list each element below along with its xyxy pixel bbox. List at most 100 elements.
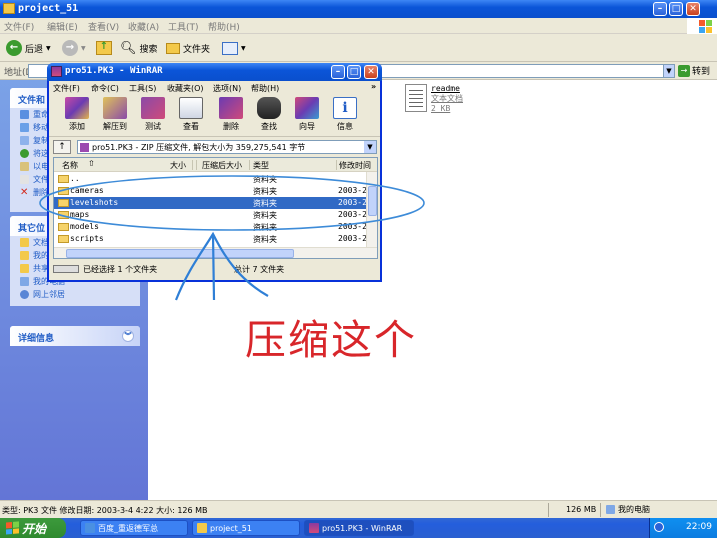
minimize-button[interactable]: – xyxy=(653,2,667,16)
chevron-down-icon: ▼ xyxy=(241,44,246,52)
menu-file[interactable]: 文件(F) xyxy=(4,20,34,33)
column-modified[interactable]: 修改时间 xyxy=(339,160,371,171)
column-size[interactable]: 大小 xyxy=(170,160,186,171)
system-tray: 22:09 xyxy=(649,518,717,538)
taskbar-item-browser[interactable]: 百度_重返德军总 xyxy=(80,520,188,536)
list-item[interactable]: maps 资料夹 2003-2- xyxy=(54,209,372,221)
winrar-menu-favorites[interactable]: 收藏夹(O) xyxy=(167,83,204,94)
forward-button[interactable]: → ▼ xyxy=(62,39,86,57)
archive-icon xyxy=(80,143,89,152)
winrar-window-title: pro51.PK3 - WinRAR xyxy=(65,66,163,76)
up-folder-button[interactable]: ↑ xyxy=(96,39,112,57)
chevron-down-icon: ︾ xyxy=(122,330,134,342)
total-status: 总计 7 文件夹 xyxy=(234,265,285,274)
menu-tools[interactable]: 工具(T) xyxy=(168,20,199,33)
key-icon xyxy=(53,265,79,273)
list-item[interactable]: models 资料夹 2003-2- xyxy=(54,221,372,233)
details-panel: 详细信息 ︾ xyxy=(10,326,140,346)
folders-button[interactable]: 文件夹 xyxy=(166,39,210,57)
explorer-status-bar: 类型: PK3 文件 修改日期: 2003-3-4 4:22 大小: 126 M… xyxy=(0,500,717,518)
archive-path-field[interactable]: pro51.PK3 - ZIP 压缩文件, 解包大小为 359,275,541 … xyxy=(77,140,377,154)
file-item-readme[interactable]: readme 文本文档 2 KB xyxy=(405,84,463,114)
back-arrow-icon: ← xyxy=(6,40,22,56)
move-icon xyxy=(20,123,29,132)
test-icon xyxy=(141,97,165,119)
folder-icon xyxy=(58,175,69,183)
folder-icon xyxy=(58,199,69,207)
network-icon xyxy=(20,290,29,299)
close-button[interactable]: ✕ xyxy=(686,2,700,16)
place-item-network[interactable]: 网上邻居 xyxy=(10,288,140,301)
explorer-title-bar[interactable]: project_51 – □ ✕ xyxy=(0,0,717,18)
info-icon: i xyxy=(333,97,357,119)
list-item[interactable]: .. 资料夹 xyxy=(54,173,368,185)
menu-favorites[interactable]: 收藏(A) xyxy=(128,20,159,33)
add-button[interactable]: 添加 xyxy=(59,97,95,132)
winrar-title-bar[interactable]: pro51.PK3 - WinRAR – □ ✕ xyxy=(47,63,382,81)
list-header: 名称 ⇧ 大小 压缩后大小 类型 修改时间 xyxy=(54,158,377,172)
forward-arrow-icon: → xyxy=(62,40,78,56)
menu-help[interactable]: 帮助(H) xyxy=(208,20,240,33)
go-button[interactable]: → 转到 xyxy=(678,64,710,77)
search-button[interactable]: 🔍︎ 搜索 xyxy=(120,39,158,57)
views-button[interactable]: ▼ xyxy=(222,39,246,57)
winrar-menu-help[interactable]: 帮助(H) xyxy=(251,83,279,94)
maximize-button[interactable]: □ xyxy=(669,2,683,16)
chevron-down-icon: ▼ xyxy=(364,141,376,153)
menu-overflow-chevron-icon[interactable]: » xyxy=(371,82,376,91)
winrar-menu-tools[interactable]: 工具(S) xyxy=(129,83,156,94)
browser-icon xyxy=(85,523,95,533)
explorer-window-title: project_51 xyxy=(18,3,79,14)
wizard-button[interactable]: 向导 xyxy=(289,97,325,132)
binoculars-icon xyxy=(257,97,281,119)
tray-icon[interactable] xyxy=(654,522,664,532)
taskbar-item-explorer[interactable]: project_51 xyxy=(192,520,300,536)
start-button[interactable]: 开始 xyxy=(0,518,66,538)
views-icon xyxy=(222,41,238,55)
computer-icon xyxy=(20,277,29,286)
winrar-toolbar: 添加 解压到 测试 查看 删除 查找 向导 i 信息 xyxy=(49,95,380,137)
winrar-minimize-button[interactable]: – xyxy=(331,65,345,79)
winrar-maximize-button[interactable]: □ xyxy=(347,65,361,79)
list-item[interactable]: scripts 资料夹 2003-2- xyxy=(54,233,372,245)
taskbar-item-winrar[interactable]: pro51.PK3 - WinRAR xyxy=(304,520,414,536)
horizontal-scrollbar[interactable] xyxy=(54,247,377,258)
back-button[interactable]: ← 后退 ▼ xyxy=(6,39,51,57)
file-type: 文本文档 xyxy=(431,94,463,103)
rename-icon xyxy=(20,110,29,119)
folder-icon xyxy=(166,42,180,54)
extract-to-button[interactable]: 解压到 xyxy=(97,97,133,132)
folder-icon xyxy=(20,251,29,260)
print-icon xyxy=(20,175,29,184)
column-packed[interactable]: 压缩后大小 xyxy=(202,160,242,171)
add-archive-icon xyxy=(65,97,89,119)
info-button[interactable]: i 信息 xyxy=(327,97,363,132)
text-document-icon xyxy=(405,84,427,112)
delete-button[interactable]: 删除 xyxy=(213,97,249,132)
search-icon: 🔍︎ xyxy=(120,40,137,56)
vertical-scrollbar[interactable] xyxy=(366,172,377,248)
go-arrow-icon: → xyxy=(678,64,690,77)
delete-icon: ✕ xyxy=(20,187,29,198)
column-type[interactable]: 类型 xyxy=(253,160,269,171)
details-header[interactable]: 详细信息 ︾ xyxy=(10,326,140,346)
winrar-menu-commands[interactable]: 命令(C) xyxy=(91,83,119,94)
list-item[interactable]: cameras 资料夹 2003-2- xyxy=(54,185,372,197)
clock[interactable]: 22:09 xyxy=(686,522,712,532)
list-item-selected[interactable]: levelshots 资料夹 2003-2- xyxy=(54,197,372,209)
up-one-level-button[interactable]: ↑ xyxy=(53,140,71,154)
menu-edit[interactable]: 编辑(E) xyxy=(47,20,78,33)
view-button[interactable]: 查看 xyxy=(173,97,209,132)
email-icon xyxy=(20,162,29,171)
address-dropdown-button[interactable]: ▼ xyxy=(663,64,675,78)
folder-icon xyxy=(58,223,69,231)
menu-view[interactable]: 查看(V) xyxy=(88,20,119,33)
windows-logo-icon xyxy=(687,18,717,34)
winrar-menu-options[interactable]: 选项(N) xyxy=(213,83,241,94)
winrar-menu-file[interactable]: 文件(F) xyxy=(53,83,80,94)
winrar-close-button[interactable]: ✕ xyxy=(364,65,378,79)
column-name[interactable]: 名称 xyxy=(62,160,78,171)
find-button[interactable]: 查找 xyxy=(251,97,287,132)
chevron-down-icon: ▼ xyxy=(46,44,51,52)
test-button[interactable]: 测试 xyxy=(135,97,171,132)
